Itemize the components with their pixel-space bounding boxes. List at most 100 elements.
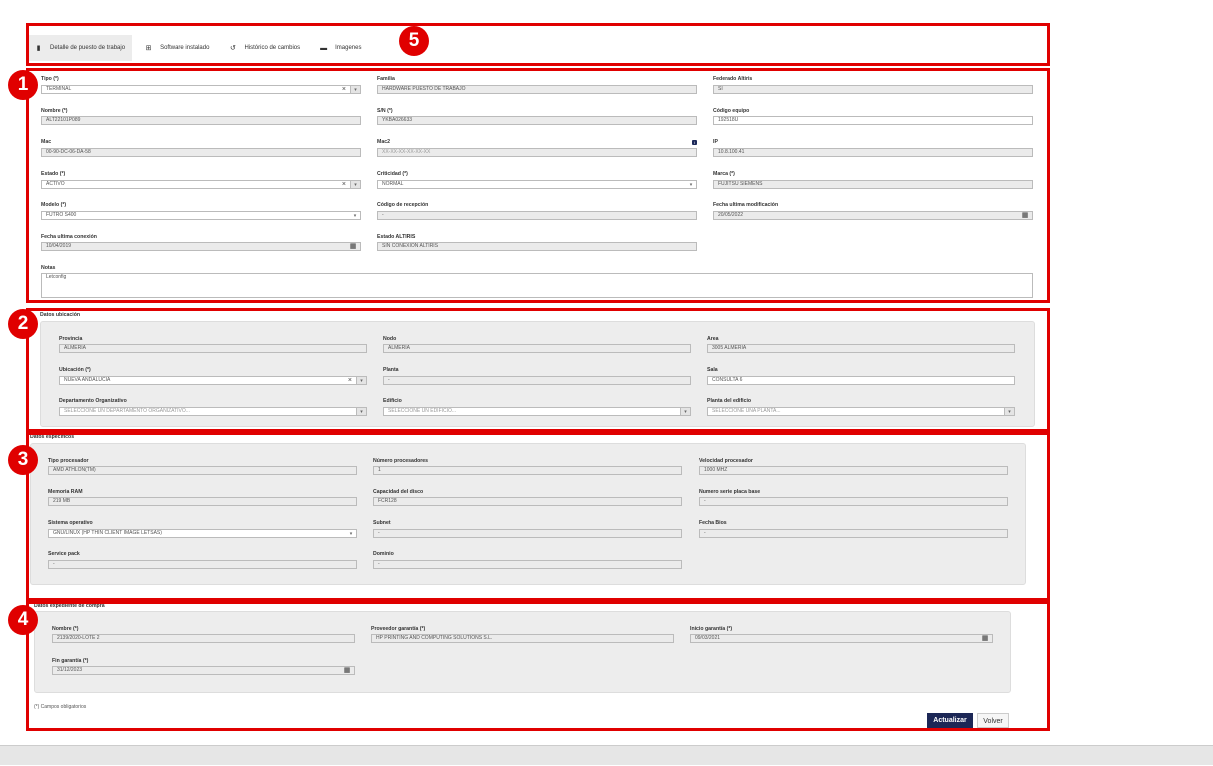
codigo-equipo-label: Código equipo <box>713 108 750 114</box>
modelo-select[interactable]: FUTRO S400 ▾ <box>41 211 361 220</box>
estado-select[interactable]: ACTIVO × ▾ <box>41 180 361 189</box>
area-label: Area <box>707 336 719 342</box>
chevron-down-icon[interactable]: ▾ <box>350 86 360 93</box>
calendar-icon[interactable]: ▦ <box>340 667 354 674</box>
fecha-mod-label: Fecha ultima modificación <box>713 202 779 208</box>
ubicacion-title: Datos ubicación <box>40 312 81 318</box>
tab-detalle[interactable]: ▮ Detalle de puesto de trabajo <box>28 35 133 61</box>
chevron-down-icon[interactable]: ▾ <box>1004 408 1014 415</box>
criticidad-value: NORMAL <box>382 181 404 187</box>
ram-field: 219 MB <box>48 497 357 506</box>
estado-altiris-field: SIN CONEXION ALTIRIS <box>377 242 697 251</box>
sn-label: S/N (*) <box>377 108 393 114</box>
chevron-down-icon[interactable]: ▾ <box>346 530 356 537</box>
compra-panel <box>34 611 1011 693</box>
ip-label: IP <box>713 139 718 145</box>
provincia-label: Provincia <box>59 336 83 342</box>
image-icon: ▬ <box>320 44 328 52</box>
marker-2: 2 <box>8 309 38 339</box>
ubicacion-label: Ubicación (*) <box>59 367 91 373</box>
especificos-title: Datos específicos <box>30 434 75 440</box>
nombre-label: Nombre (*) <box>41 108 68 114</box>
subnet-label: Subnet <box>373 520 391 526</box>
edificio-placeholder: SELECCIONE UN EDIFICIO... <box>388 408 457 414</box>
tipo-proc-label: Tipo procesador <box>48 458 89 464</box>
codigo-equipo-input[interactable]: 192518U <box>713 116 1033 125</box>
fin-field: 31/12/2023 ▦ <box>52 666 355 675</box>
criticidad-select[interactable]: NORMAL ▾ <box>377 180 697 189</box>
planta-edificio-select[interactable]: SELECCIONE UNA PLANTA... ▾ <box>707 407 1015 416</box>
depto-select[interactable]: SELECCIONE UN DEPARTAMENTO ORGANIZATIVO.… <box>59 407 367 416</box>
ram-label: Memoria RAM <box>48 489 83 495</box>
num-proc-field: 1 <box>373 466 682 475</box>
clear-icon[interactable]: × <box>348 377 352 384</box>
fecha-conexion-field: 10/04/2019 ▦ <box>41 242 361 251</box>
vel-proc-label: Velocidad procesador <box>699 458 753 464</box>
nombre-field: ALT22101P089 <box>41 116 361 125</box>
disco-label: Capacidad del disco <box>373 489 424 495</box>
estado-label: Estado (*) <box>41 171 66 177</box>
so-select[interactable]: GNU/LINUX (HP THIN CLIENT IMAGE LETSAS) ▾ <box>48 529 357 538</box>
mac-field: 00-90-DC-06-DA-58 <box>41 148 361 157</box>
required-note: (*) Campos obligatorios <box>34 704 87 710</box>
placa-field: - <box>699 497 1008 506</box>
inicio-field: 09/03/2021 ▦ <box>690 634 993 643</box>
depto-placeholder: SELECCIONE UN DEPARTAMENTO ORGANIZATIVO.… <box>64 408 190 414</box>
clear-icon[interactable]: × <box>342 181 346 188</box>
chevron-down-icon[interactable]: ▾ <box>350 212 360 219</box>
tab-bar: ▮ Detalle de puesto de trabajo ⊞ Softwar… <box>28 35 374 61</box>
clear-icon[interactable]: × <box>342 86 346 93</box>
sp-label: Service pack <box>48 551 80 557</box>
sala-input[interactable]: CONSULTA 6 <box>707 376 1015 385</box>
mac2-field: XX-XX-XX-XX-XX-XX <box>377 148 697 157</box>
windows-icon: ⊞ <box>145 44 152 52</box>
tab-historico[interactable]: ↺ Histórico de cambios <box>222 35 307 61</box>
bios-field: - <box>699 529 1008 538</box>
calendar-icon[interactable]: ▦ <box>978 635 992 642</box>
sp-field: - <box>48 560 357 569</box>
chevron-down-icon[interactable]: ▾ <box>686 181 696 188</box>
update-button[interactable]: Actualizar <box>927 713 973 728</box>
depto-label: Departamento Organizativo <box>59 398 127 404</box>
mac-label: Mac <box>41 139 52 145</box>
codigo-recepcion-label: Código de recepción <box>377 202 429 208</box>
mac2-label: Mac2 <box>377 139 390 145</box>
tab-software[interactable]: ⊞ Software instalado <box>138 35 216 61</box>
inicio-value: 09/03/2021 <box>695 635 721 641</box>
sala-label: Sala <box>707 367 718 373</box>
bottom-bar <box>0 745 1213 765</box>
marker-3: 3 <box>8 445 38 475</box>
fin-label: Fin garantía (*) <box>52 658 89 664</box>
info-icon[interactable]: i <box>692 140 697 145</box>
ubicacion-value: NUEVA ANDALUCIA <box>64 377 111 383</box>
tab-label: Detalle de puesto de trabajo <box>50 45 126 51</box>
edificio-label: Edificio <box>383 398 402 404</box>
subnet-field: - <box>373 529 682 538</box>
calendar-icon[interactable]: ▦ <box>346 243 360 250</box>
vel-proc-field: 1000 MHZ <box>699 466 1008 475</box>
chevron-down-icon[interactable]: ▾ <box>356 377 366 384</box>
notas-textarea[interactable]: Letconfig <box>41 273 1033 298</box>
tipo-proc-field: AMD ATHLON(TM) <box>48 466 357 475</box>
edificio-select[interactable]: SELECCIONE UN EDIFICIO... ▾ <box>383 407 691 416</box>
chevron-down-icon[interactable]: ▾ <box>350 181 360 188</box>
marker-5: 5 <box>399 26 429 56</box>
tipo-label: Tipo (*) <box>41 76 59 82</box>
nodo-field: ALMERIA <box>383 344 691 353</box>
tipo-select[interactable]: TERMINAL × ▾ <box>41 85 361 94</box>
dominio-label: Dominio <box>373 551 394 557</box>
marca-field: FUJITSU SIEMENS <box>713 180 1033 189</box>
calendar-icon[interactable]: ▦ <box>1018 212 1032 219</box>
tab-label: Software instalado <box>160 45 210 51</box>
so-label: Sistema operativo <box>48 520 93 526</box>
planta-field: - <box>383 376 691 385</box>
chevron-down-icon[interactable]: ▾ <box>356 408 366 415</box>
modelo-value: FUTRO S400 <box>46 212 77 218</box>
ubicacion-select[interactable]: NUEVA ANDALUCIA × ▾ <box>59 376 367 385</box>
tab-imagenes[interactable]: ▬ Imagenes <box>313 35 368 61</box>
familia-label: Familia <box>377 76 395 82</box>
back-button[interactable]: Volver <box>977 713 1009 728</box>
chevron-down-icon[interactable]: ▾ <box>680 408 690 415</box>
compra-title: Datos expediente de compra <box>34 603 105 609</box>
marker-1: 1 <box>8 70 38 100</box>
